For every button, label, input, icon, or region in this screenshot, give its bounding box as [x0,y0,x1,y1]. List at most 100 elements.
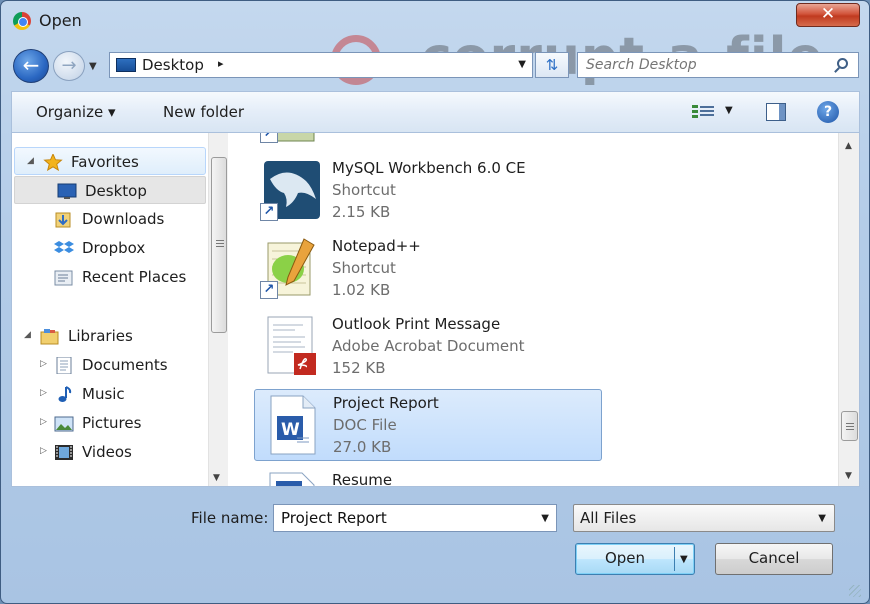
scroll-up-arrow[interactable]: ▲ [845,141,852,151]
new-folder-button[interactable]: New folder [163,103,244,121]
file-type: Adobe Acrobat Document [332,337,525,355]
help-icon[interactable]: ? [817,101,839,123]
view-options-dropdown[interactable]: ▼ [725,105,733,116]
favorites-label: Favorites [71,153,139,171]
file-name-input[interactable] [279,508,529,528]
expand-icon[interactable]: ▷ [40,446,47,456]
expand-icon[interactable]: ▷ [40,388,47,398]
file-size: 1.02 KB [332,281,391,299]
breadcrumb-desktop[interactable]: Desktop [142,56,204,74]
scrollbar-thumb[interactable] [841,411,858,441]
sidebar-item-documents[interactable]: ▷ Documents [12,351,208,379]
scroll-down-arrow[interactable]: ▼ [213,473,220,483]
list-item[interactable]: ↗ MySQL Workbench 6.0 CE Shortcut 2.15 K… [254,155,602,227]
sidebar-item-downloads[interactable]: Downloads [12,205,208,233]
open-file-dialog: Open corrupt-a-file ✕ ← → ▼ Desktop ▸ ▼ … [0,0,870,604]
sidebar-item-recent-places[interactable]: Recent Places [12,263,208,291]
file-size: 27.0 KB [333,438,392,456]
preview-pane-icon[interactable] [766,103,786,121]
file-name-combobox[interactable]: ▼ [273,504,557,532]
nav-favorites[interactable]: ◢ Favorites [14,147,206,175]
file-name: Project Report [333,394,439,412]
resize-grip[interactable] [849,585,861,597]
sidebar-item-videos[interactable]: ▷ Videos [12,438,208,466]
chevron-down-icon[interactable]: ▼ [518,59,526,70]
window-title: Open [39,11,82,30]
svg-text:W: W [281,420,300,440]
split-divider [674,547,675,571]
file-name-label: File name: [191,509,269,527]
forward-button[interactable]: → [53,51,85,81]
back-button[interactable]: ← [13,49,49,83]
libraries-label: Libraries [68,327,133,345]
refresh-button[interactable]: ⇅ [535,52,569,78]
chevron-down-icon[interactable]: ▼ [818,513,826,524]
open-button-label: Open [604,549,646,567]
sidebar-item-label: Downloads [82,210,165,228]
file-type-filter-value: All Files [580,509,637,527]
nav-libraries[interactable]: ◢ Libraries [12,322,208,350]
sidebar-item-label: Dropbox [82,239,146,257]
pictures-icon [54,416,74,432]
expand-icon[interactable]: ▷ [40,359,47,369]
sidebar-item-label: Music [82,385,125,403]
search-input[interactable] [584,55,824,75]
open-button[interactable]: Open ▼ [575,543,695,575]
file-type-filter[interactable]: All Files ▼ [573,504,835,532]
file-size: 152 KB [332,359,386,377]
cancel-button[interactable]: Cancel [715,543,833,575]
shortcut-arrow-icon: ↗ [260,203,278,221]
search-box[interactable] [577,52,859,78]
sidebar-item-label: Pictures [82,414,142,432]
change-view-icon[interactable] [692,104,714,120]
sidebar-item-pictures[interactable]: ▷ Pictures [12,409,208,437]
desktop-icon [116,58,136,72]
file-list-scrollbar[interactable]: ▲ ▼ [838,133,859,486]
collapse-icon[interactable]: ◢ [24,330,31,340]
music-icon [58,386,72,402]
desktop-icon [57,183,77,199]
file-size: 2.15 KB [332,203,391,221]
videos-icon [55,445,73,460]
file-name: Outlook Print Message [332,315,501,333]
shortcut-arrow-icon: ↗ [260,281,278,299]
file-type: Shortcut [332,259,396,277]
recent-locations-dropdown[interactable]: ▼ [89,61,97,72]
libraries-icon [40,329,59,345]
recent-places-icon [54,270,73,286]
list-item[interactable]: Resume [254,467,602,486]
expand-icon[interactable]: ▷ [40,417,47,427]
list-item[interactable]: ↗ Notepad++ Shortcut 1.02 KB [254,233,602,305]
refresh-icon: ⇅ [545,56,559,74]
list-item[interactable]: Outlook Print Message Adobe Acrobat Docu… [254,311,602,383]
sidebar-item-label: Desktop [85,182,147,200]
breadcrumb-separator[interactable]: ▸ [218,57,224,70]
sidebar-item-dropbox[interactable]: Dropbox [12,234,208,262]
word-document-icon [269,472,315,486]
navigation-pane: ◢ Favorites Desktop Downloads Dropbox Re… [12,133,208,486]
close-button[interactable]: ✕ [796,3,860,27]
list-item-selected[interactable]: W Project Report DOC File 27.0 KB [254,389,602,461]
pdf-document-icon [267,316,316,375]
address-bar[interactable]: Desktop ▸ ▼ [109,52,533,78]
scrollbar-thumb[interactable] [211,157,227,333]
organize-button[interactable]: Organize ▾ [36,103,116,121]
file-list: ↗ Shortcut ↗ MySQL Workbench 6.0 CE Shor… [234,133,838,486]
star-icon [43,154,63,171]
search-icon[interactable] [837,58,848,69]
open-options-dropdown[interactable]: ▼ [680,545,688,574]
file-name: Notepad++ [332,237,421,255]
sidebar-item-label: Documents [82,356,168,374]
content-area: ◢ Favorites Desktop Downloads Dropbox Re… [11,133,860,487]
file-name: MySQL Workbench 6.0 CE [332,159,526,177]
collapse-icon[interactable]: ◢ [27,156,34,166]
downloads-icon [55,212,71,228]
sidebar-item-desktop[interactable]: Desktop [14,176,206,204]
chevron-down-icon[interactable]: ▼ [541,513,549,524]
sidebar-item-music[interactable]: ▷ Music [12,380,208,408]
list-item[interactable]: ↗ Shortcut [254,133,602,149]
word-document-icon: W [270,395,316,455]
scroll-down-arrow[interactable]: ▼ [845,471,852,481]
chrome-icon [13,12,31,30]
navigation-scrollbar[interactable]: ▼ [208,133,228,486]
